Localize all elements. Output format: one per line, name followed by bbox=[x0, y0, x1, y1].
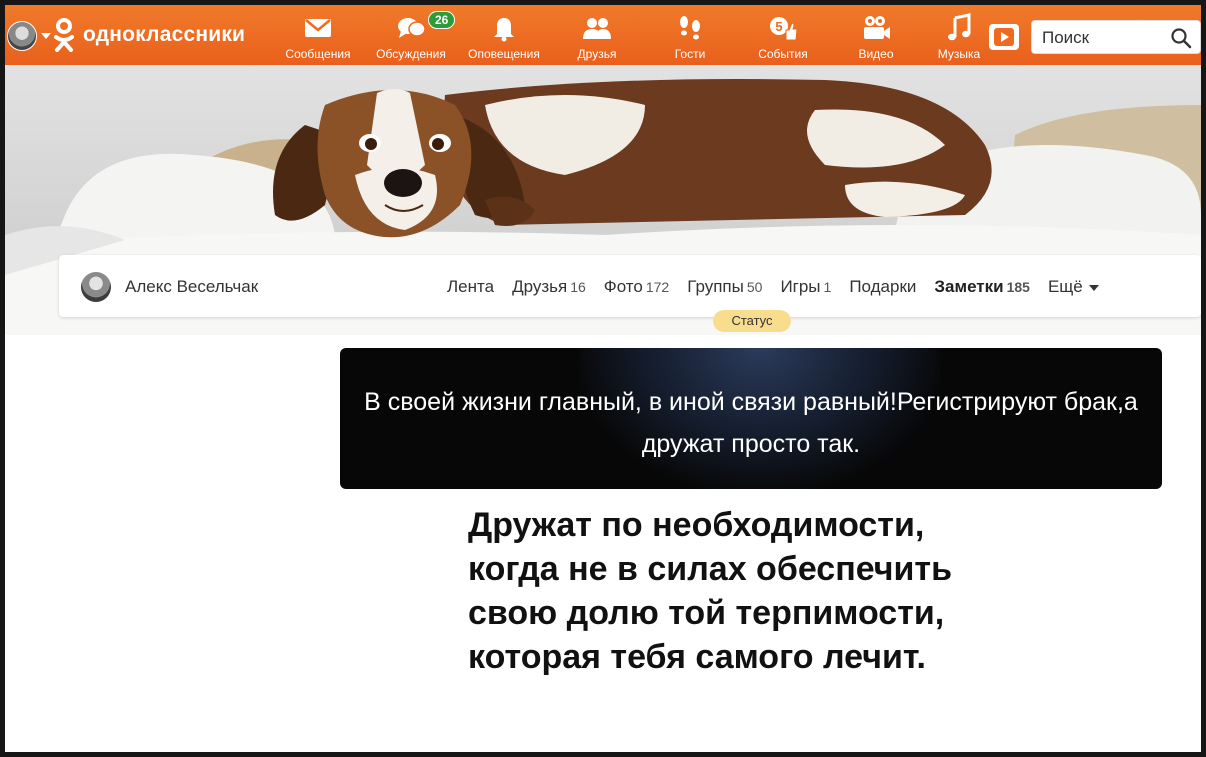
tab-notes[interactable]: Заметки 185 bbox=[934, 277, 1030, 297]
tab-count: 185 bbox=[1006, 279, 1030, 295]
top-bar: одноклассники Сообщения 26 Обсуждения Оп… bbox=[5, 5, 1201, 65]
search-box[interactable] bbox=[1031, 20, 1201, 54]
search-input[interactable] bbox=[1042, 28, 1162, 48]
tab-label: Подарки bbox=[849, 277, 917, 296]
tab-more[interactable]: Ещё bbox=[1048, 277, 1099, 297]
poem-line: Дружат по необходимости, bbox=[468, 506, 925, 544]
tab-count: 16 bbox=[570, 279, 586, 295]
page-frame: одноклассники Сообщения 26 Обсуждения Оп… bbox=[0, 0, 1206, 757]
svg-text:5: 5 bbox=[775, 19, 782, 34]
tab-gifts[interactable]: Подарки bbox=[849, 277, 916, 297]
tab-groups[interactable]: Группы 50 bbox=[687, 277, 762, 297]
profile-avatar[interactable] bbox=[81, 272, 111, 302]
music-note-icon bbox=[948, 13, 971, 41]
poem-line: когда не в силах обеспечить bbox=[468, 550, 952, 588]
footprints-icon bbox=[680, 16, 700, 40]
poem-text: Дружат по необходимости, когда не в сила… bbox=[468, 503, 1168, 679]
tab-label: Группы bbox=[687, 277, 744, 296]
tab-games[interactable]: Игры 1 bbox=[780, 277, 831, 297]
tab-count: 1 bbox=[823, 279, 832, 295]
magnifier-icon[interactable] bbox=[1170, 27, 1192, 49]
status-text: В своей жизни главный, в иной связи равн… bbox=[364, 388, 1138, 458]
nav-discussions-label: Обсуждения bbox=[376, 47, 446, 61]
nav-music[interactable]: Музыка bbox=[919, 13, 999, 63]
coin-thumbs-up-icon: 5 bbox=[770, 17, 798, 41]
odnoklassniki-logo-icon[interactable] bbox=[53, 17, 75, 53]
poem-line: свою долю той терпимости, bbox=[468, 594, 945, 632]
tab-friends[interactable]: Друзья 16 bbox=[512, 277, 586, 297]
bell-icon bbox=[494, 18, 514, 42]
tab-feed[interactable]: Лента bbox=[447, 277, 494, 297]
nav-notifications[interactable]: Оповещения bbox=[464, 13, 544, 63]
tab-count: 172 bbox=[645, 279, 670, 295]
nav-messages-label: Сообщения bbox=[285, 47, 351, 61]
music-player-button[interactable] bbox=[989, 24, 1019, 50]
nav-notifications-label: Оповещения bbox=[468, 47, 540, 61]
envelope-icon bbox=[305, 19, 331, 37]
status-label[interactable]: Статус bbox=[713, 310, 791, 332]
tab-label: Игры bbox=[780, 277, 821, 296]
poem-line: которая тебя самого лечит. bbox=[468, 638, 926, 676]
nav-events-label: События bbox=[758, 47, 808, 61]
tab-count: 50 bbox=[746, 279, 763, 295]
video-camera-icon bbox=[864, 16, 890, 39]
nav-friends-label: Друзья bbox=[577, 47, 617, 61]
user-avatar[interactable] bbox=[7, 21, 37, 51]
profile-tabs: Лента Друзья 16 Фото 172 Группы 50 Игры 1 Подарки… bbox=[447, 277, 1117, 297]
people-icon bbox=[583, 18, 611, 39]
nav-video[interactable]: Видео bbox=[836, 13, 916, 63]
speech-bubbles-icon bbox=[398, 18, 426, 38]
profile-name[interactable]: Алекс Весельчак bbox=[125, 277, 258, 297]
nav-events[interactable]: 5 События bbox=[743, 13, 823, 63]
status-card[interactable]: В своей жизни главный, в иной связи равн… bbox=[340, 348, 1162, 489]
tab-label: Друзья bbox=[512, 277, 568, 296]
tab-label: Фото bbox=[603, 277, 643, 296]
tab-label: Лента bbox=[447, 277, 495, 296]
tab-label: Заметки bbox=[934, 277, 1004, 296]
tab-label: Ещё bbox=[1047, 277, 1083, 296]
tab-photos[interactable]: Фото 172 bbox=[604, 277, 669, 297]
play-icon bbox=[994, 28, 1014, 46]
nav-guests[interactable]: Гости bbox=[650, 13, 730, 63]
profile-nav-card: Алекс Весельчак Лента Друзья 16 Фото 172 Груп… bbox=[59, 255, 1201, 317]
chevron-down-icon[interactable] bbox=[41, 33, 51, 39]
logo-text[interactable]: одноклассники bbox=[83, 23, 245, 47]
nav-friends[interactable]: Друзья bbox=[557, 13, 637, 63]
nav-video-label: Видео bbox=[858, 47, 894, 61]
nav-discussions[interactable]: 26 Обсуждения bbox=[371, 11, 456, 63]
nav-messages[interactable]: Сообщения bbox=[278, 13, 358, 63]
nav-music-label: Музыка bbox=[937, 47, 981, 61]
chevron-down-icon bbox=[1088, 284, 1099, 291]
nav-guests-label: Гости bbox=[674, 47, 706, 61]
discussions-badge: 26 bbox=[428, 11, 456, 29]
